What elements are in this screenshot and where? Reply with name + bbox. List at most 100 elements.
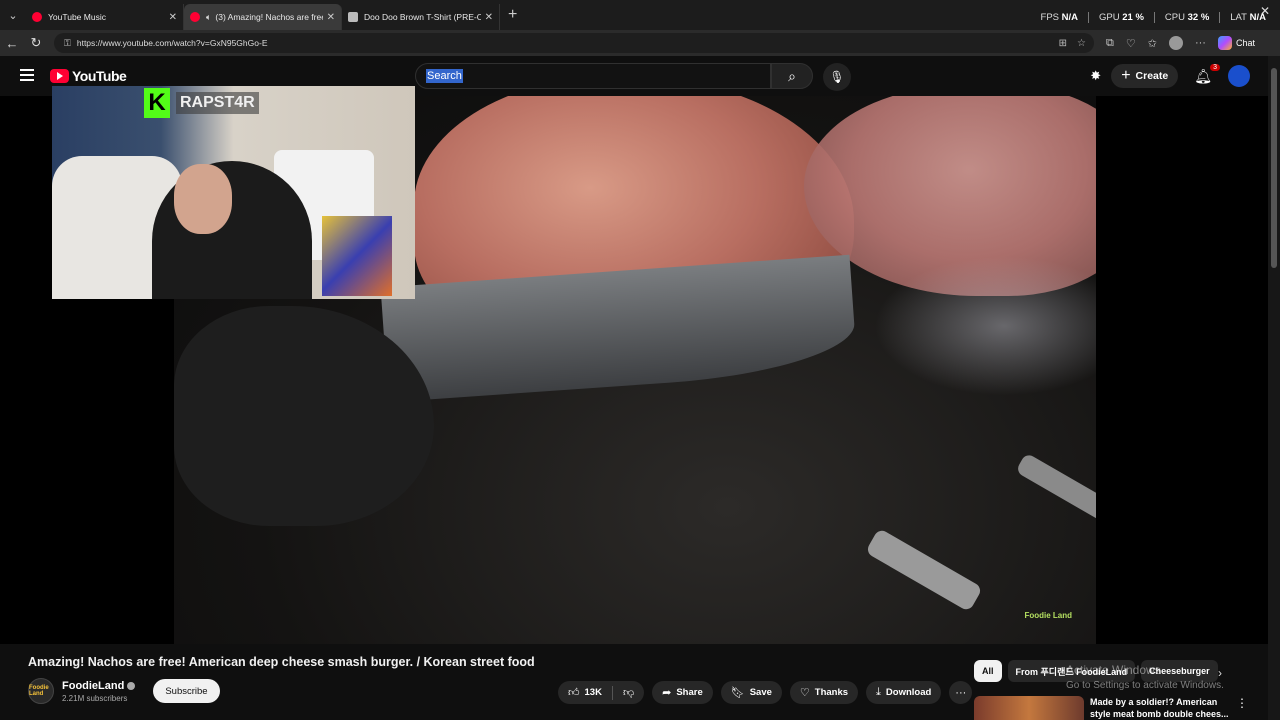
thanks-heart-dollar-icon: ♡	[799, 687, 810, 699]
chip-all[interactable]: All	[974, 660, 1002, 682]
search-text: Search	[426, 69, 463, 83]
kick-logo-icon: K	[144, 88, 170, 118]
channel-info: FoodieLand 2.21M subscribers	[62, 680, 136, 703]
address-bar-row: ← ↻ ⚿ https://www.youtube.com/watch?v=Gx…	[0, 30, 1280, 56]
url-text: https://www.youtube.com/watch?v=GxN95GhG…	[76, 38, 268, 48]
browser-toolbar: ⧉ ♡ ✩ ··· Chat	[1106, 36, 1255, 50]
grill-grate-image	[1015, 452, 1096, 522]
subscribe-button[interactable]: Subscribe	[153, 679, 220, 703]
thumbs-down-icon: 👎︎	[622, 687, 635, 699]
lat-value: N/A	[1249, 12, 1266, 23]
copilot-chat-button[interactable]: Chat	[1217, 36, 1255, 50]
chat-label: Chat	[1235, 38, 1255, 48]
tab-tshirt[interactable]: Doo Doo Brown T-Shirt (PRE-ORDE ✕	[342, 4, 500, 30]
plus-icon: +	[1121, 67, 1131, 84]
activate-windows-watermark: Activate Windows Go to Settings to activ…	[1066, 662, 1224, 694]
tab-youtube-music[interactable]: YouTube Music ✕	[26, 4, 184, 30]
channel-watermark[interactable]: Foodie Land	[1024, 611, 1072, 620]
header-actions: ✸ + Create 🔔︎ 3	[1090, 63, 1250, 88]
voice-search-mic-icon[interactable]: 🎙︎	[823, 63, 851, 91]
search-icon: ⌕	[788, 67, 796, 84]
performance-overlay: FPS N/A GPU 21 % CPU 32 % LAT N/A	[1041, 12, 1266, 23]
url-field[interactable]: ⚿ https://www.youtube.com/watch?v=GxN95G…	[54, 33, 1094, 53]
save-button[interactable]: 🔖︎ Save	[720, 681, 782, 704]
tab-title: (3) Amazing! Nachos are free! Am	[215, 12, 322, 22]
scrollbar-thumb[interactable]	[1271, 68, 1277, 268]
video-actions: 👍︎ 13K 👎︎ ➦ Share 🔖︎ Save ♡ Thanks ⤓ Dow…	[558, 681, 973, 704]
tab-close-icon[interactable]: ✕	[327, 12, 335, 23]
youtube-logo[interactable]: YouTube	[50, 68, 127, 84]
poster-image	[322, 216, 392, 296]
favorites-icon[interactable]: ✩	[1148, 37, 1157, 50]
gpu-label: GPU	[1099, 12, 1120, 23]
fps-label: FPS	[1040, 12, 1059, 23]
download-arrow-icon: ⤓	[876, 686, 881, 698]
recommended-thumbnail[interactable]	[974, 696, 1084, 720]
youtube-icon	[190, 12, 200, 22]
cpu-value: 32 %	[1187, 12, 1210, 23]
refresh-icon[interactable]: ↻	[24, 35, 48, 51]
more-actions-icon[interactable]: ···	[949, 681, 973, 704]
new-tab-plus-icon[interactable]: +	[508, 6, 517, 24]
tab-youtube-video[interactable]: 🔈︎ (3) Amazing! Nachos are free! Am ✕	[184, 4, 342, 30]
save-label: Save	[749, 687, 772, 698]
gpu-value: 21 %	[1122, 12, 1144, 23]
account-avatar[interactable]	[1228, 65, 1250, 87]
thanks-label: Thanks	[814, 687, 849, 698]
download-button[interactable]: ⤓ Download	[866, 681, 942, 704]
thanks-button[interactable]: ♡ Thanks	[789, 681, 859, 704]
extensions-puzzle-icon[interactable]: ⧉	[1106, 37, 1114, 50]
lat-label: LAT	[1230, 12, 1247, 23]
channel-row: Foodie Land FoodieLand 2.21M subscribers…	[28, 678, 220, 704]
app-available-icon[interactable]: ⊞	[1059, 38, 1067, 49]
tab-close-icon[interactable]: ✕	[485, 12, 493, 23]
menu-hamburger-icon[interactable]	[20, 69, 34, 84]
create-button[interactable]: + Create	[1111, 64, 1179, 88]
browser-essentials-icon[interactable]: ♡	[1126, 37, 1136, 50]
tab-close-icon[interactable]: ✕	[169, 12, 177, 23]
streamer-webcam: K RAPST4R	[52, 86, 415, 299]
channel-avatar[interactable]: Foodie Land	[28, 678, 54, 704]
overlay-divider	[1088, 12, 1090, 23]
back-arrow-icon[interactable]: ←	[0, 36, 24, 51]
page-scrollbar[interactable]	[1268, 56, 1280, 720]
download-label: Download	[885, 687, 932, 698]
bookmark-icon: 🔖︎	[730, 687, 745, 699]
profile-avatar-icon[interactable]	[1168, 36, 1183, 50]
like-count: 13K	[584, 687, 602, 698]
youtube-logo-text: YouTube	[72, 68, 127, 84]
recommended-title[interactable]: Made by a soldier!? American style meat …	[1090, 696, 1230, 720]
recommended-video[interactable]: Made by a soldier!? American style meat …	[974, 696, 1252, 720]
subscriber-count: 2.21M subscribers	[62, 693, 128, 703]
search-button[interactable]: ⌕	[771, 63, 813, 89]
copilot-icon	[1217, 36, 1232, 50]
tab-title: Doo Doo Brown T-Shirt (PRE-ORDE	[364, 12, 481, 22]
dislike-button[interactable]: 👎︎	[613, 681, 644, 704]
fps-value: N/A	[1061, 12, 1079, 23]
shop-icon	[348, 12, 358, 22]
notifications-bell-icon[interactable]: 🔔︎ 3	[1188, 63, 1220, 85]
recommended-more-icon[interactable]: ⋮	[1236, 696, 1248, 720]
url-actions: ⊞ ☆	[1059, 38, 1094, 49]
more-menu-icon[interactable]: ···	[1195, 37, 1206, 49]
site-info-icon[interactable]: ⚿	[64, 38, 71, 49]
like-dislike-group: 👍︎ 13K 👎︎	[558, 681, 645, 704]
overlay-divider	[1219, 12, 1221, 23]
channel-name-row[interactable]: FoodieLand	[62, 680, 136, 692]
channel-name[interactable]: FoodieLand	[62, 680, 124, 692]
activate-windows-subtitle: Go to Settings to activate Windows.	[1066, 680, 1224, 691]
like-button[interactable]: 👍︎ 13K	[558, 681, 612, 704]
search-input[interactable]: Search	[415, 63, 771, 89]
share-arrow-icon: ➦	[662, 687, 672, 699]
speaker-icon[interactable]: 🔈︎	[206, 12, 211, 23]
youtube-play-icon	[50, 69, 69, 83]
verified-check-icon	[127, 681, 136, 690]
streamer-face-image	[174, 164, 232, 234]
overlay-divider	[1153, 12, 1155, 23]
extension-gear-icon[interactable]: ✸	[1090, 68, 1101, 84]
share-button[interactable]: ➦ Share	[652, 681, 713, 704]
tab-actions-chevron-icon[interactable]: ⌄	[0, 0, 26, 30]
cpu-label: CPU	[1164, 12, 1185, 23]
favorite-star-icon[interactable]: ☆	[1077, 38, 1086, 49]
tab-title: YouTube Music	[48, 12, 106, 22]
